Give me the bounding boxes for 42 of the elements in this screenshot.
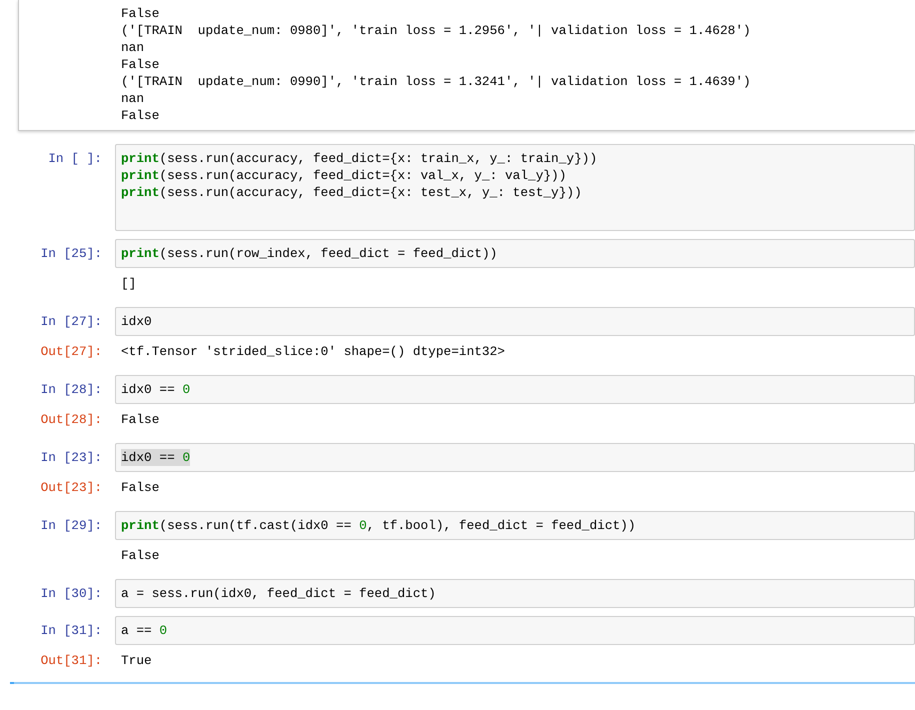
output-prompt: Out[28]: (40, 412, 102, 428)
input-prompt: In [27]: (40, 313, 103, 330)
output-text: False (121, 410, 160, 429)
input-prompt: In [23]: (40, 449, 103, 466)
input-prompt: In [29]: (40, 517, 103, 534)
output-prompt: Out[27]: (40, 344, 102, 360)
code-line: print(sess.run(accuracy, feed_dict={x: val_x, y_: val_y})) (121, 167, 566, 184)
code-line: idx0 == 0 (121, 381, 190, 398)
code-line: a == 0 (121, 622, 168, 639)
output-line: False (121, 56, 160, 73)
output-line: ('[TRAIN update_num: 0980]', 'train loss = 1.2956', '| validation loss = 1.4628') (121, 22, 751, 39)
output-prompt: Out[31]: (40, 653, 102, 668)
code-line: idx0 (121, 313, 152, 330)
code-line: print(sess.run(row_index, feed_dict = feed_dict)) (121, 245, 498, 262)
output-prompt: Out[23]: (40, 480, 102, 496)
input-prompt: In [28]: (40, 381, 103, 398)
code-line: a = sess.run(idx0, feed_dict = feed_dict) (121, 585, 436, 602)
output-text: False (121, 478, 160, 497)
output-text: [] (121, 274, 136, 293)
code-line: print(sess.run(accuracy, feed_dict={x: train_x, y_: train_y})) (121, 150, 598, 167)
output-line: ('[TRAIN update_num: 0990]', 'train loss = 1.3241', '| validation loss = 1.4639') (121, 73, 751, 90)
output-text: <tf.Tensor 'strided_slice:0' shape=() dtype=int32> (121, 342, 505, 361)
code-input[interactable]: idx0 (115, 307, 915, 336)
code-input[interactable]: idx0 == 0 (115, 443, 915, 472)
input-prompt: In [ ]: (47, 150, 103, 167)
output-text: False (121, 546, 160, 565)
code-input[interactable]: idx0 == 0 (115, 375, 915, 404)
code-line: print(sess.run(accuracy, feed_dict={x: test_x, y_: test_y})) (121, 184, 582, 201)
code-input[interactable]: a = sess.run(idx0, feed_dict = feed_dict) (115, 579, 915, 608)
input-prompt: In [31]: (40, 622, 103, 639)
code-input[interactable]: print(sess.run(tf.cast(idx0 == 0, tf.bool), feed_dict = feed_dict)) (115, 511, 915, 540)
output-line: False (121, 5, 160, 22)
output-line: nan (121, 39, 144, 56)
output-line: False (121, 107, 160, 124)
code-input[interactable]: print(sess.run(accuracy, feed_dict={x: train_x, y_: train_y})) print(sess.run(accuracy, feed_dict={x: val_x, y_: val_y})) print(sess.run(accuracy, feed_dict={x: test_x, y_: test_y})) (115, 144, 915, 231)
code-line: print(sess.run(tf.cast(idx0 == 0, tf.bool), feed_dict = feed_dict)) (121, 517, 636, 534)
output-text: True (121, 652, 152, 670)
output-line: nan (121, 90, 144, 107)
input-prompt: In [30]: (40, 585, 103, 602)
input-prompt: In [25]: (40, 245, 103, 262)
code-input[interactable]: print(sess.run(row_index, feed_dict = feed_dict)) (115, 239, 915, 268)
code-input[interactable]: a == 0 (115, 616, 915, 645)
